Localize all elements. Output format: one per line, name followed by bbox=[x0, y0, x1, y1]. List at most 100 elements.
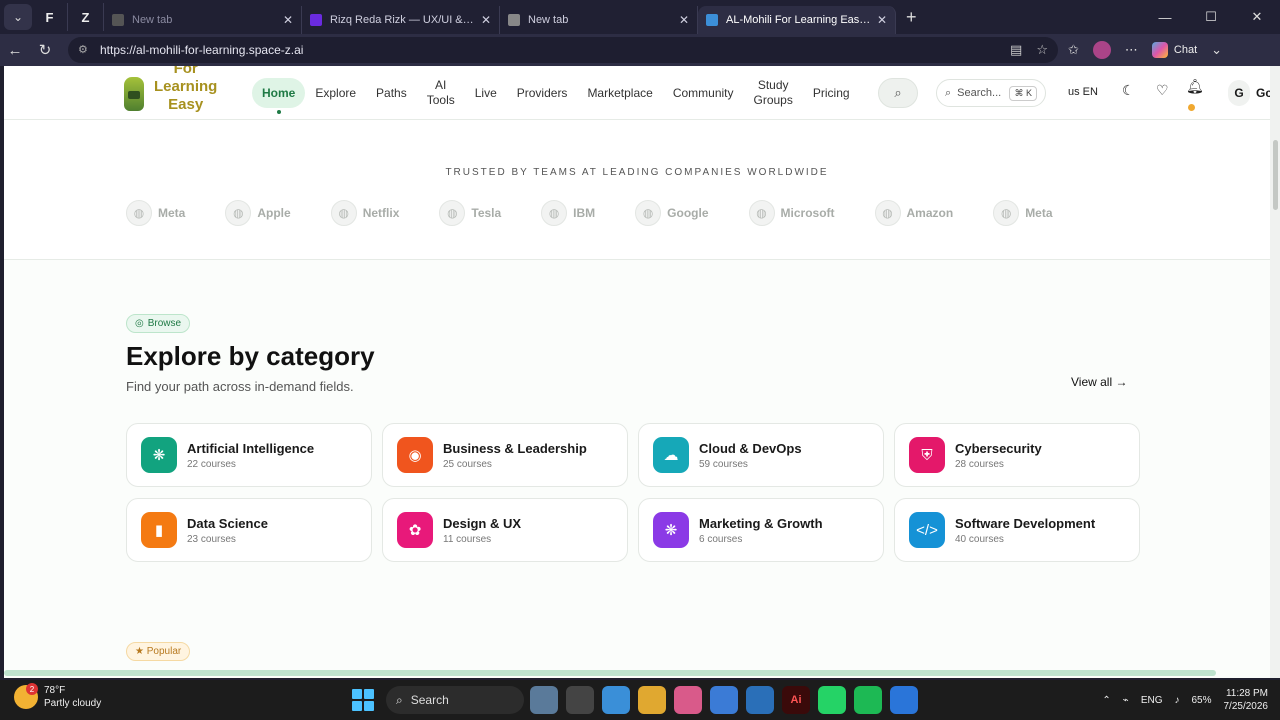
clock[interactable]: 11:28 PM 7/25/2026 bbox=[1224, 687, 1269, 713]
company-name: IBM bbox=[573, 206, 596, 220]
back-icon[interactable]: ← bbox=[0, 35, 30, 65]
pinned-tab-1[interactable]: F bbox=[32, 3, 68, 31]
volume-icon[interactable]: ♪ bbox=[1174, 695, 1179, 706]
browser-tab[interactable]: New tab ✕ bbox=[500, 6, 698, 34]
browser-tab-strip: ⌄ F Z New tab ✕ Rizq Reda Rizk — UX/UI &… bbox=[0, 0, 1280, 34]
category-card[interactable]: ❋ Artificial Intelligence 22 courses bbox=[126, 423, 372, 487]
user-avatar[interactable]: G bbox=[1228, 80, 1250, 106]
category-card[interactable]: ❋ Marketing & Growth 6 courses bbox=[638, 498, 884, 562]
globe-icon: ◍ bbox=[541, 200, 568, 226]
more-icon[interactable]: ⋯ bbox=[1125, 42, 1138, 58]
widgets-icon[interactable] bbox=[530, 686, 558, 714]
close-tab-icon[interactable]: ✕ bbox=[877, 13, 887, 27]
illustrator-icon[interactable]: Ai bbox=[782, 686, 810, 714]
clock-time: 11:28 PM bbox=[1225, 688, 1268, 699]
chat-button[interactable]: Chat bbox=[1151, 42, 1197, 58]
category-name: Cybersecurity bbox=[955, 440, 1042, 456]
close-tab-icon[interactable]: ✕ bbox=[679, 13, 689, 27]
app-icon[interactable] bbox=[602, 686, 630, 714]
nav-item-home[interactable]: Home bbox=[252, 78, 306, 114]
nav-item-marketplace[interactable]: Marketplace bbox=[577, 78, 662, 108]
favicon-icon bbox=[508, 14, 520, 26]
app-icon[interactable] bbox=[674, 686, 702, 714]
language-switcher[interactable]: us EN bbox=[1068, 86, 1098, 98]
view-all-link[interactable]: View all → bbox=[1071, 375, 1127, 389]
category-card[interactable]: ⛨ Cybersecurity 28 courses bbox=[894, 423, 1140, 487]
site-info-icon[interactable]: ⚙ bbox=[78, 43, 92, 57]
site-header: For Learning Easy Home Explore Paths AI Too… bbox=[4, 66, 1270, 120]
address-bar[interactable]: ⚙ https://al-mohili-for-learning.space-z… bbox=[68, 37, 1058, 63]
store-icon[interactable] bbox=[710, 686, 738, 714]
company-logo: ◍ Microsoft bbox=[748, 200, 835, 226]
close-window-icon[interactable]: ✕ bbox=[1234, 0, 1280, 34]
close-tab-icon[interactable]: ✕ bbox=[481, 13, 491, 27]
category-card[interactable]: ▮ Data Science 23 courses bbox=[126, 498, 372, 562]
browser-tab[interactable]: New tab ✕ bbox=[104, 6, 302, 34]
chevron-down-icon[interactable]: ⌄ bbox=[1211, 42, 1222, 58]
pinned-tab-2[interactable]: Z bbox=[68, 3, 104, 31]
task-view-icon[interactable] bbox=[566, 686, 594, 714]
horizontal-scrollbar[interactable] bbox=[4, 670, 1216, 676]
minimize-icon[interactable]: — bbox=[1142, 0, 1188, 34]
nav-item-providers[interactable]: Providers bbox=[507, 78, 578, 108]
input-language[interactable]: ENG bbox=[1141, 695, 1163, 706]
nav-item-study-groups[interactable]: Study Groups bbox=[744, 78, 803, 108]
nav-item-ai-tools[interactable]: AI Tools bbox=[417, 78, 465, 108]
search-icon: ⌕ bbox=[894, 85, 902, 100]
star-icon[interactable]: ☆ bbox=[1036, 42, 1048, 58]
weather-widget[interactable]: 2 78°F Partly cloudy bbox=[14, 683, 102, 710]
company-name: Tesla bbox=[471, 206, 502, 220]
company-logo: ◍ Apple bbox=[225, 200, 291, 226]
search-button[interactable]: ⌕ bbox=[878, 78, 918, 108]
bell-icon[interactable]: 🔔︎ bbox=[1186, 78, 1204, 95]
category-card[interactable]: ✿ Design & UX 11 courses bbox=[382, 498, 628, 562]
battery-percent[interactable]: 65% bbox=[1191, 695, 1211, 706]
heart-icon[interactable]: ♡ bbox=[1156, 82, 1169, 99]
folder-icon[interactable] bbox=[638, 686, 666, 714]
nav-item-pricing[interactable]: Pricing bbox=[803, 78, 860, 108]
new-tab-button[interactable]: + bbox=[906, 7, 917, 28]
taskbar-search-label: Search bbox=[410, 693, 449, 707]
chevron-down-icon: ⌄ bbox=[12, 10, 24, 24]
start-button[interactable] bbox=[352, 689, 374, 711]
vertical-scrollbar[interactable] bbox=[1270, 66, 1280, 678]
category-card[interactable]: ☁ Cloud & DevOps 59 courses bbox=[638, 423, 884, 487]
company-name: Meta bbox=[1025, 206, 1053, 220]
category-count: 22 courses bbox=[187, 458, 236, 470]
category-name: Artificial Intelligence bbox=[187, 440, 315, 456]
moon-icon[interactable]: ☾ bbox=[1122, 82, 1135, 99]
browser-tab[interactable]: Rizq Reda Rizk — UX/UI & Produc ✕ bbox=[302, 6, 500, 34]
category-count: 23 courses bbox=[187, 533, 236, 545]
category-card[interactable]: </> Software Development 40 courses bbox=[894, 498, 1140, 562]
category-card[interactable]: ◉ Business & Leadership 25 courses bbox=[382, 423, 628, 487]
app-icon[interactable] bbox=[890, 686, 918, 714]
whatsapp-icon[interactable] bbox=[818, 686, 846, 714]
section-title: Explore by category bbox=[126, 341, 375, 371]
spotify-icon[interactable] bbox=[854, 686, 882, 714]
nav-item-paths[interactable]: Paths bbox=[366, 78, 417, 108]
maximize-icon[interactable]: ☐ bbox=[1188, 0, 1234, 34]
nav-item-community[interactable]: Community bbox=[663, 78, 744, 108]
network-icon[interactable]: ⌁ bbox=[1123, 695, 1129, 706]
search-input[interactable]: ⌕ Search... ⌘ K bbox=[936, 79, 1046, 107]
tab-search-button[interactable]: ⌄ bbox=[4, 4, 32, 30]
tab-title: AL-Mohili For Learning Easy — Ent bbox=[726, 14, 871, 26]
user-menu[interactable]: Gc bbox=[1256, 86, 1270, 100]
browser-tab[interactable]: AL-Mohili For Learning Easy — Ent ✕ bbox=[698, 6, 896, 34]
nav-item-live[interactable]: Live bbox=[465, 78, 507, 108]
weather-desc: Partly cloudy bbox=[44, 698, 102, 709]
favorites-icon[interactable]: ✩ bbox=[1068, 42, 1079, 58]
category-name: Software Development bbox=[955, 515, 1096, 531]
site-logo[interactable]: For Learning Easy bbox=[124, 66, 217, 114]
reload-icon[interactable]: ↻ bbox=[30, 35, 60, 65]
nav-item-explore[interactable]: Explore bbox=[305, 78, 366, 108]
category-count: 40 courses bbox=[955, 533, 1004, 545]
reader-icon[interactable]: ▤ bbox=[1010, 42, 1022, 58]
code-icon: </> bbox=[909, 512, 945, 548]
company-name: Meta bbox=[158, 206, 186, 220]
profile-avatar[interactable] bbox=[1092, 41, 1111, 59]
edge-icon[interactable] bbox=[746, 686, 774, 714]
chevron-up-icon[interactable]: ⌃ bbox=[1102, 695, 1110, 706]
taskbar-search[interactable]: ⌕ Search bbox=[386, 686, 524, 714]
close-tab-icon[interactable]: ✕ bbox=[283, 13, 293, 27]
